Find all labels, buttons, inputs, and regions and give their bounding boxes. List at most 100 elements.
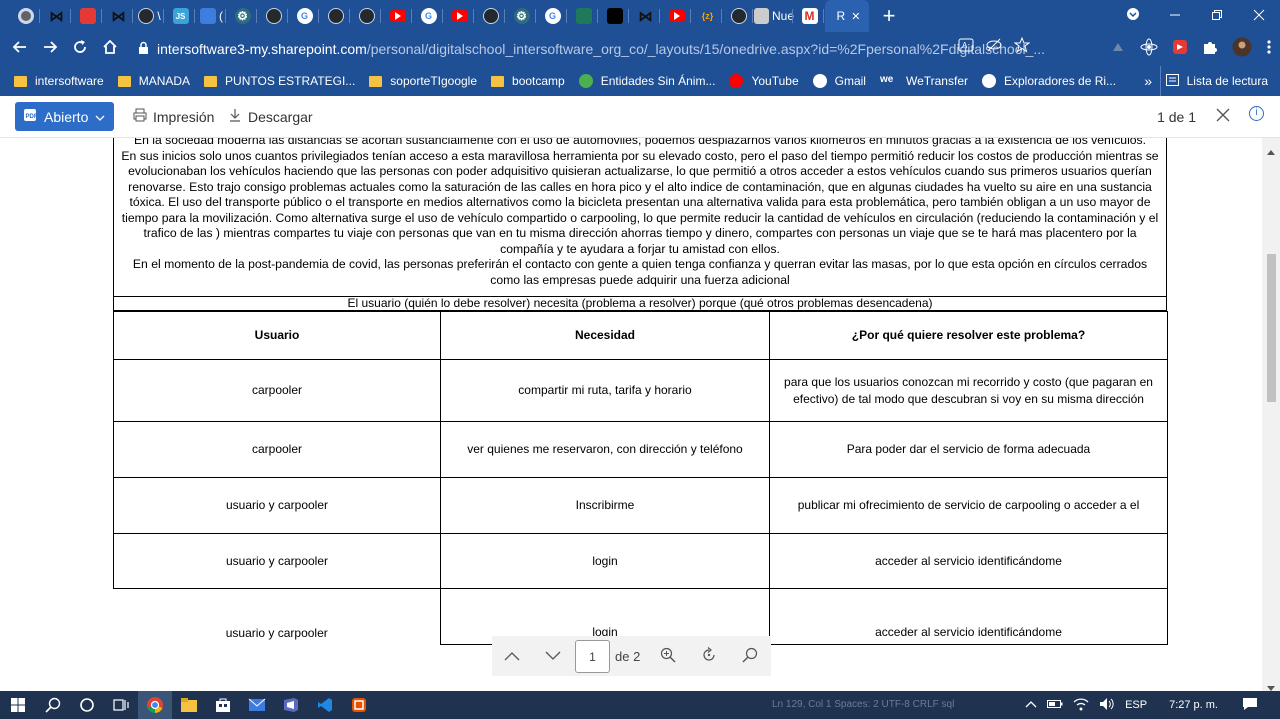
vertical-scrollbar[interactable] (1262, 138, 1280, 691)
bookmarks-overflow-button[interactable]: » (1144, 73, 1152, 89)
info-icon[interactable]: i (1249, 106, 1264, 121)
browser-tab[interactable]: JS (165, 0, 196, 32)
bookmark-item[interactable]: MANADA (117, 74, 190, 88)
bookmark-item[interactable]: Gmail (812, 74, 866, 88)
browser-tab[interactable]: M (794, 0, 825, 32)
download-button[interactable]: Descargar (229, 108, 313, 125)
browser-tab[interactable]: \ (134, 0, 165, 32)
browser-tab[interactable] (382, 0, 413, 32)
browser-tab[interactable]: ⋈ (41, 0, 72, 32)
browser-tab[interactable] (320, 0, 351, 32)
browser-tab[interactable]: {z} (692, 0, 723, 32)
bow-icon: ⋈ (638, 7, 653, 24)
bookmark-item[interactable]: Entidades Sin Ánim... (578, 74, 715, 88)
browser-tab[interactable]: ⋈ (103, 0, 134, 32)
page-up-icon[interactable] (504, 649, 520, 664)
reload-icon[interactable] (65, 39, 95, 60)
bookmark-item[interactable]: soporteTIgoogle (369, 74, 477, 88)
bookmark-label: PUNTOS ESTRATEGI... (225, 74, 356, 88)
browser-tab[interactable] (475, 0, 506, 32)
close-tab-icon[interactable]: ✕ (851, 10, 860, 23)
printer-icon (133, 108, 147, 125)
reading-list-button[interactable]: Lista de lectura (1165, 73, 1268, 89)
browser-tab[interactable] (10, 0, 41, 32)
search-icon[interactable] (36, 697, 70, 713)
browser-tab[interactable] (723, 0, 754, 32)
search-icon[interactable] (742, 647, 758, 666)
file-explorer-icon[interactable] (172, 697, 206, 713)
lock-icon[interactable] (138, 41, 149, 57)
clock[interactable]: 7:27 p. m. (1169, 699, 1218, 711)
browser-tab[interactable]: G (289, 0, 320, 32)
pdf-document-view[interactable]: En la sociedad moderna las distancias se… (0, 138, 1262, 691)
minimize-icon[interactable] (1154, 8, 1196, 25)
active-tab[interactable]: R ✕ (825, 0, 869, 32)
restore-icon[interactable] (1196, 8, 1238, 25)
eye-off-icon[interactable] (986, 37, 1002, 58)
bookmark-item[interactable]: bootcamp (491, 74, 565, 88)
refresh-icon (200, 8, 216, 24)
browser-tab[interactable] (444, 0, 475, 32)
header-usuario: Usuario (113, 311, 441, 360)
browser-tab[interactable]: G (413, 0, 444, 32)
bookmark-item[interactable]: YouTube (729, 74, 799, 88)
browser-tab[interactable] (72, 0, 103, 32)
extension-red-icon[interactable] (1172, 39, 1188, 60)
battery-icon[interactable] (1047, 699, 1063, 712)
back-icon[interactable] (5, 39, 35, 60)
translate-icon[interactable]: A (958, 37, 974, 58)
star-icon[interactable] (1013, 36, 1031, 58)
profile-icon[interactable] (1112, 7, 1154, 25)
app-orange-icon[interactable] (342, 697, 376, 713)
volume-icon[interactable] (1099, 697, 1115, 714)
language-indicator[interactable]: ESP (1125, 699, 1147, 711)
chrome-taskbar-icon[interactable] (138, 691, 172, 719)
browser-tab[interactable]: ⚙ (227, 0, 258, 32)
visual-studio-icon[interactable] (274, 697, 308, 713)
extensions-puzzle-icon[interactable] (1202, 39, 1218, 60)
windows-start-icon[interactable] (0, 698, 36, 712)
notifications-icon[interactable] (1242, 697, 1258, 714)
menu-dots-icon[interactable] (1266, 39, 1272, 60)
browser-tab[interactable] (661, 0, 692, 32)
print-button[interactable]: Impresión (133, 108, 214, 125)
extension-gray-icon[interactable] (1110, 39, 1126, 60)
page-down-icon[interactable] (545, 649, 561, 664)
tray-chevron-icon[interactable] (1025, 699, 1037, 711)
browser-tab[interactable]: Nue (754, 0, 794, 32)
vscode-icon[interactable] (308, 697, 342, 713)
close-icon[interactable] (1216, 105, 1230, 128)
task-view-icon[interactable] (104, 697, 138, 713)
bookmark-item[interactable]: Exploradores de Ri... (981, 74, 1116, 88)
extension-react-icon[interactable] (1140, 38, 1158, 61)
cortana-icon[interactable] (70, 697, 104, 713)
forward-icon[interactable] (35, 39, 65, 60)
store-icon[interactable] (206, 697, 240, 713)
open-button[interactable]: PDF Abierto (15, 102, 114, 131)
new-tab-button[interactable]: + (869, 0, 909, 32)
browser-tab[interactable]: ⋈ (630, 0, 661, 32)
zoom-in-icon[interactable] (660, 647, 676, 666)
url-field[interactable]: intersoftware3-my.sharepoint.com/persona… (138, 36, 1098, 62)
user-avatar[interactable] (1232, 37, 1252, 62)
browser-tab[interactable] (599, 0, 630, 32)
wifi-icon[interactable] (1073, 697, 1089, 714)
page-number-input[interactable]: 1 (575, 639, 610, 673)
home-icon[interactable] (95, 39, 125, 60)
youtube-icon (668, 10, 685, 22)
mail-icon[interactable] (240, 698, 274, 712)
bookmark-item[interactable]: we WeTransfer (879, 74, 968, 88)
browser-tab[interactable]: ( (196, 0, 227, 32)
browser-tab[interactable] (568, 0, 599, 32)
scroll-up-icon[interactable] (1267, 142, 1275, 160)
rotate-icon[interactable] (701, 646, 717, 666)
bookmark-item[interactable]: intersoftware (14, 74, 104, 88)
close-window-icon[interactable] (1238, 8, 1280, 25)
browser-tab[interactable]: G (537, 0, 568, 32)
browser-tab[interactable]: ⚙ (506, 0, 537, 32)
google-icon: G (544, 8, 561, 24)
browser-tab[interactable] (258, 0, 289, 32)
bookmark-item[interactable]: PUNTOS ESTRATEGI... (204, 74, 355, 88)
browser-tab[interactable] (351, 0, 382, 32)
scrollbar-thumb[interactable] (1267, 254, 1276, 402)
